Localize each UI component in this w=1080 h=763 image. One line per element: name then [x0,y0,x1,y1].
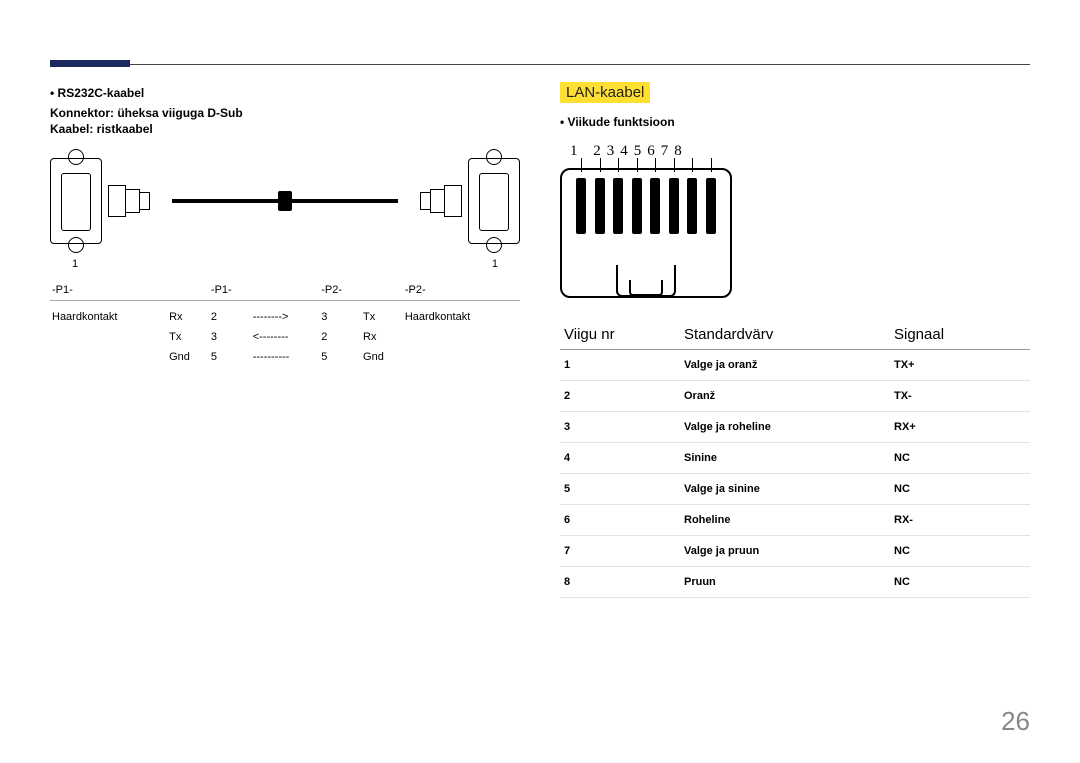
table-row: 1Valge ja oranžTX+ [560,350,1030,381]
lan-th-signal: Signaal [890,320,1030,350]
ph0: -P1- [50,280,167,301]
rs232-line1: Konnektor: üheksa viiguga D-Sub [50,106,520,120]
header-rule [50,64,1030,65]
header-accent [50,60,130,67]
dsub-right-num: 1 [492,258,498,270]
table-row: 5Valge ja sinineNC [560,474,1030,505]
lan-bullet: Viikude funktsioon [560,115,1030,129]
dsub-left-num: 1 [72,258,78,270]
rs232-title: RS232C-kaabel [50,86,520,100]
table-row: 4SinineNC [560,443,1030,474]
table-row: 8PruunNC [560,567,1030,598]
table-row: 2OranžTX- [560,381,1030,412]
rj45-diagram: 1 2345678 [560,143,1030,298]
table-row: 3Valge ja rohelineRX+ [560,412,1030,443]
lan-th-num: Viigu nr [560,320,680,350]
rs232-pin-table: -P1- -P1- -P2- -P2- HaardkontaktRx2--------… [50,280,520,367]
table-row: 6RohelineRX- [560,505,1030,536]
lan-pin-table: Viigu nr Standardvärv Signaal 1Valge ja … [560,320,1030,598]
ferrite-icon [278,191,292,211]
rj45-clip-icon [616,265,676,297]
table-row: Tx3<--------2Rx [50,327,520,347]
lan-th-color: Standardvärv [680,320,890,350]
ph1: -P1- [209,280,251,301]
ph2: -P2- [319,280,361,301]
lan-section-title: LAN-kaabel [560,82,650,103]
page-number: 26 [1001,706,1030,737]
table-row: 7Valge ja pruunNC [560,536,1030,567]
rs232-diagram [50,146,520,256]
dsub-left-icon [50,158,102,244]
table-row: Gnd5----------5Gnd [50,347,520,367]
dsub-right-icon [468,158,520,244]
table-row: HaardkontaktRx2-------->3TxHaardkontakt [50,301,520,328]
rj45-pin-numbers: 1 2345678 [560,143,1030,160]
ph3: -P2- [403,280,520,301]
rs232-line2: Kaabel: ristkaabel [50,122,520,136]
